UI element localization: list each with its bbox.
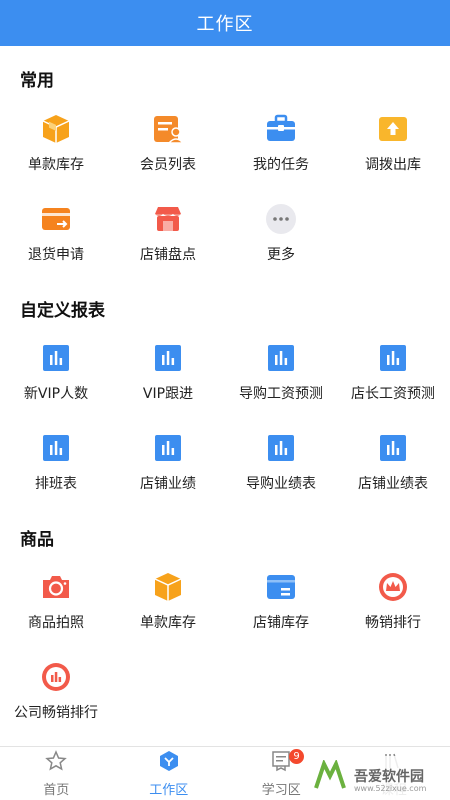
- item-more[interactable]: 更多: [225, 202, 337, 276]
- item-goods-store-stock[interactable]: 店铺库存: [225, 570, 337, 644]
- tab-label: 学习区: [261, 783, 301, 798]
- item-goods-company-bestseller[interactable]: 公司畅销排行: [0, 660, 112, 734]
- item-label: 单款库存: [140, 615, 196, 631]
- item-label: 单款库存: [28, 157, 84, 173]
- section-title-common: 常用: [20, 71, 54, 91]
- item-store-inventory-check[interactable]: 店铺盘点: [112, 202, 224, 276]
- bar-chart-icon: [39, 341, 73, 375]
- item-my-tasks[interactable]: 我的任务: [225, 112, 337, 186]
- bar-chart-icon: [151, 431, 185, 465]
- bar-chart-icon: [376, 341, 410, 375]
- item-label: 新VIP人数: [23, 386, 89, 402]
- item-label: 店铺业绩表: [358, 476, 428, 492]
- bar-chart-icon: [264, 431, 298, 465]
- briefcase-icon: [264, 112, 298, 146]
- item-label: 畅销排行: [365, 615, 421, 631]
- store-icon: [151, 202, 185, 236]
- box-icon: [151, 570, 185, 604]
- item-label: 调拨出库: [365, 157, 421, 173]
- item-transfer-out[interactable]: 调拨出库: [337, 112, 449, 186]
- item-label: 店铺业绩: [140, 476, 196, 492]
- item-goods-bestseller-rank[interactable]: 畅销排行: [337, 570, 449, 644]
- notification-badge: 9: [289, 749, 304, 764]
- bar-chart-icon: [376, 431, 410, 465]
- watermark-text: 吾爱软件园: [354, 769, 424, 785]
- item-label: 店铺盘点: [140, 247, 196, 263]
- item-label: 店铺库存: [253, 615, 309, 631]
- more-icon: [264, 202, 298, 236]
- item-label: 导购工资预测: [239, 386, 323, 402]
- item-report-manager-salary[interactable]: 店长工资预测: [337, 341, 449, 415]
- section-title-goods: 商品: [20, 530, 54, 550]
- tab-label: 工作区: [149, 783, 189, 798]
- upload-box-icon: [376, 112, 410, 146]
- watermark-logo-icon: [314, 760, 346, 789]
- item-label: 更多: [267, 247, 295, 263]
- tab-label: 首页: [43, 783, 70, 798]
- item-label: 导购业绩表: [246, 476, 316, 492]
- item-label: VIP跟进: [142, 386, 194, 402]
- item-label: 公司畅销排行: [14, 705, 98, 721]
- section-title-reports: 自定义报表: [20, 301, 105, 321]
- workspace-icon: [157, 749, 181, 777]
- page-header: 工作区: [0, 0, 450, 46]
- item-label: 店长工资预测: [351, 386, 435, 402]
- item-report-schedule[interactable]: 排班表: [0, 431, 112, 505]
- crown-badge-icon: [376, 570, 410, 604]
- item-label: 会员列表: [140, 157, 196, 173]
- page-title: 工作区: [196, 14, 254, 35]
- watermark-url: www.52zixue.com: [354, 784, 427, 793]
- item-report-store-performance-table[interactable]: 店铺业绩表: [337, 431, 449, 505]
- bar-chart-icon: [151, 341, 185, 375]
- card-stack-icon: [264, 570, 298, 604]
- item-report-guide-performance[interactable]: 导购业绩表: [225, 431, 337, 505]
- watermark: 吾爱软件园 www.52zixue.com: [306, 756, 444, 796]
- item-label: 排班表: [35, 476, 77, 492]
- star-icon: [44, 749, 68, 777]
- item-label: 退货申请: [28, 247, 84, 263]
- item-member-list[interactable]: 会员列表: [112, 112, 224, 186]
- camera-icon: [39, 570, 73, 604]
- item-report-guide-salary[interactable]: 导购工资预测: [225, 341, 337, 415]
- item-goods-single-stock[interactable]: 单款库存: [112, 570, 224, 644]
- item-report-vip-followup[interactable]: VIP跟进: [112, 341, 224, 415]
- item-single-stock[interactable]: 单款库存: [0, 112, 112, 186]
- item-goods-photo[interactable]: 商品拍照: [0, 570, 112, 644]
- item-label: 商品拍照: [28, 615, 84, 631]
- member-card-icon: [151, 112, 185, 146]
- item-report-new-vip[interactable]: 新VIP人数: [0, 341, 112, 415]
- tab-workspace[interactable]: 工作区: [113, 747, 226, 800]
- chart-badge-icon: [39, 660, 73, 694]
- item-return-request[interactable]: 退货申请: [0, 202, 112, 276]
- box-icon: [39, 112, 73, 146]
- return-card-icon: [39, 202, 73, 236]
- item-report-store-performance[interactable]: 店铺业绩: [112, 431, 224, 505]
- item-label: 我的任务: [253, 157, 309, 173]
- bar-chart-icon: [39, 431, 73, 465]
- bar-chart-icon: [264, 341, 298, 375]
- tab-home[interactable]: 首页: [0, 747, 113, 800]
